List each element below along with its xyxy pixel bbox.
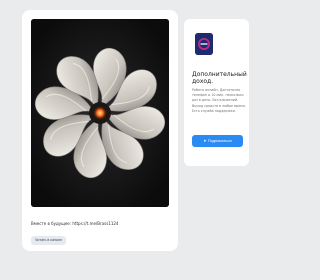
ad-title: Дополнительный доход.	[192, 71, 247, 85]
post-text: Вместе в будущее: https://t.me/Brass1124	[31, 221, 119, 226]
channel-logo[interactable]	[195, 33, 213, 55]
send-icon: ➤	[203, 138, 207, 143]
spiral-sculpture-image	[31, 19, 169, 207]
subscribe-button[interactable]: ➤Подписаться	[192, 135, 243, 147]
subscribe-button-label: Подписаться	[207, 138, 232, 143]
ad-description: Работа онлайн. Достаточно телефон и 10 м…	[192, 88, 246, 113]
read-in-channel-button[interactable]: Читать в канале	[31, 236, 66, 245]
post-card: Вместе в будущее: https://t.me/Brass1124…	[22, 10, 178, 251]
post-image[interactable]	[31, 19, 169, 207]
ad-card[interactable]: Дополнительный доход. Работа онлайн. Дос…	[184, 19, 249, 166]
